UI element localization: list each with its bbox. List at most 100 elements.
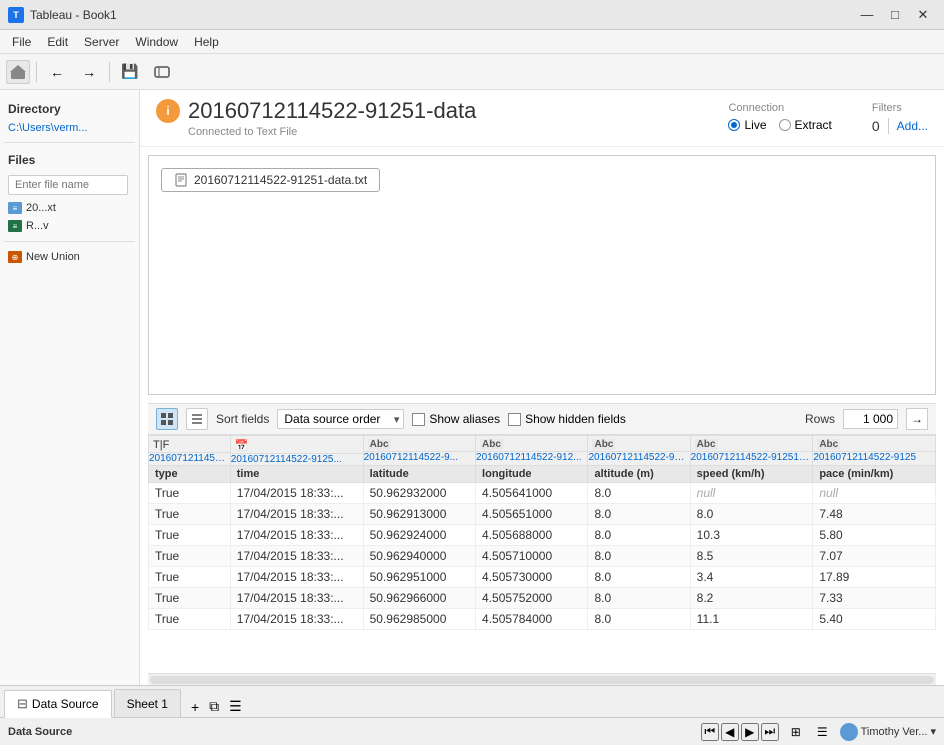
status-right: ⏮ ◀ ▶ ⏭ ⊞ ☰ Timothy Ver... ▾ xyxy=(701,723,936,741)
list-view-button[interactable] xyxy=(186,408,208,430)
main-content: Directory C:\Users\verm... Files ≡ 20...… xyxy=(0,90,944,685)
tab-sheet1-label: Sheet 1 xyxy=(127,697,168,711)
close-button[interactable]: ✕ xyxy=(910,5,936,25)
table-cell: 4.505710000 xyxy=(476,546,588,567)
table-cell: 4.505688000 xyxy=(476,525,588,546)
sidebar-file-1[interactable]: ≡ 20...xt xyxy=(4,199,135,217)
minimize-button[interactable]: — xyxy=(854,5,880,25)
title-bar: T Tableau - Book1 — □ ✕ xyxy=(0,0,944,30)
nav-next[interactable]: ▶ xyxy=(741,723,759,741)
show-hidden-checkbox[interactable]: Show hidden fields xyxy=(508,412,626,426)
rows-arrow-button[interactable]: → xyxy=(906,408,928,430)
grid-layout-button[interactable]: ⊞ xyxy=(787,723,805,741)
live-radio-circle xyxy=(728,119,740,131)
nav-first[interactable]: ⏮ xyxy=(701,723,719,741)
show-aliases-box xyxy=(412,413,425,426)
table-cell: True xyxy=(149,609,231,630)
grid-toolbar: Sort fields Data source order Name ascen… xyxy=(148,403,936,435)
connection-area: Connection Live Extract xyxy=(728,102,831,132)
rows-input[interactable] xyxy=(843,409,898,429)
live-label: Live xyxy=(744,118,766,132)
new-union-item[interactable]: ⊕ New Union xyxy=(4,248,135,266)
filters-count: 0 xyxy=(872,118,880,134)
table-row: True17/04/2015 18:33:...50.9629850004.50… xyxy=(149,609,936,630)
filters-label: Filters xyxy=(872,102,902,114)
add-sheet-button[interactable]: + xyxy=(187,697,203,717)
sidebar-file-2[interactable]: ≡ R...v xyxy=(4,217,135,235)
sort-select[interactable]: Data source order Name ascending Name de… xyxy=(277,409,404,429)
sidebar-file-1-name: 20...xt xyxy=(26,202,56,214)
tab-datasource[interactable]: ⊟ Data Source xyxy=(4,690,112,718)
col-header-type: T|F 20160712114522-9125... xyxy=(149,436,231,466)
nav-prev[interactable]: ◀ xyxy=(721,723,739,741)
menu-edit[interactable]: Edit xyxy=(39,33,76,51)
extract-radio[interactable]: Extract xyxy=(779,118,832,132)
duplicate-sheet-button[interactable]: ⧉ xyxy=(205,696,223,717)
horizontal-scrollbar[interactable] xyxy=(148,673,936,685)
abc-icon-2: Abc xyxy=(368,439,391,450)
table-cell: 50.962932000 xyxy=(363,483,475,504)
data-canvas: 20160712114522-91251-data.txt Sort field… xyxy=(140,147,944,685)
tableau-icon: T xyxy=(8,7,24,23)
new-datasource-button[interactable] xyxy=(148,58,176,86)
col-name-2: latitude xyxy=(363,466,475,483)
table-cell: 8.0 xyxy=(588,609,690,630)
file-search-input[interactable] xyxy=(8,175,128,195)
table-cell: 4.505641000 xyxy=(476,483,588,504)
table-cell: 50.962951000 xyxy=(363,567,475,588)
sidebar-file-2-name: R...v xyxy=(26,220,49,232)
toolbar: ← → 💾 xyxy=(0,54,944,90)
menu-window[interactable]: Window xyxy=(127,33,186,51)
type-icon-1: 📅 xyxy=(235,439,249,452)
data-grid[interactable]: T|F 20160712114522-9125... 📅 20160712114… xyxy=(148,435,936,673)
directory-path[interactable]: C:\Users\verm... xyxy=(4,120,135,136)
menu-help[interactable]: Help xyxy=(186,33,227,51)
table-row: True17/04/2015 18:33:...50.9629320004.50… xyxy=(149,483,936,504)
show-aliases-checkbox[interactable]: Show aliases xyxy=(412,412,500,426)
back-button[interactable]: ← xyxy=(43,58,71,86)
abc-icon-3: Abc xyxy=(480,439,503,450)
col-name-5: speed (km/h) xyxy=(690,466,813,483)
save-button[interactable]: 💾 xyxy=(116,58,144,86)
table-cell: 17/04/2015 18:33:... xyxy=(230,588,363,609)
status-bar: Data Source ⏮ ◀ ▶ ⏭ ⊞ ☰ Timothy Ver... ▾ xyxy=(0,717,944,745)
title-bar-left: T Tableau - Book1 xyxy=(8,7,117,23)
bottom-tabs: ⊟ Data Source Sheet 1 + ⧉ ☰ xyxy=(0,685,944,717)
nav-last[interactable]: ⏭ xyxy=(761,723,779,741)
table-row: True17/04/2015 18:33:...50.9629400004.50… xyxy=(149,546,936,567)
datasource-icon xyxy=(153,63,171,81)
table-cell: True xyxy=(149,546,231,567)
sidebar: Directory C:\Users\verm... Files ≡ 20...… xyxy=(0,90,140,685)
table-cell: 17/04/2015 18:33:... xyxy=(230,567,363,588)
ds-header-left: i 20160712114522-91251-data Connected to… xyxy=(156,98,476,142)
file-icon-2: ≡ xyxy=(8,220,22,232)
menu-file[interactable]: File xyxy=(4,33,39,51)
maximize-button[interactable]: □ xyxy=(882,5,908,25)
table-cell: 17.89 xyxy=(813,567,936,588)
file-pill[interactable]: 20160712114522-91251-data.txt xyxy=(161,168,380,192)
list-layout-button[interactable]: ☰ xyxy=(813,723,832,741)
scrollbar-track xyxy=(150,676,934,684)
sheet-list-button[interactable]: ☰ xyxy=(225,696,246,717)
home-icon xyxy=(9,63,27,81)
live-radio[interactable]: Live xyxy=(728,118,766,132)
tab-datasource-icon: ⊟ xyxy=(17,696,28,712)
table-cell: 3.4 xyxy=(690,567,813,588)
filters-add-link[interactable]: Add... xyxy=(897,119,928,133)
svg-text:i: i xyxy=(166,104,169,118)
forward-button[interactable]: → xyxy=(75,58,103,86)
table-cell: 8.0 xyxy=(588,567,690,588)
status-nav: ⏮ ◀ ▶ ⏭ xyxy=(701,723,779,741)
user-area[interactable]: Timothy Ver... ▾ xyxy=(840,723,936,741)
table-cell: 11.1 xyxy=(690,609,813,630)
table-cell: 7.33 xyxy=(813,588,936,609)
col-name-4: altitude (m) xyxy=(588,466,690,483)
grid-view-button[interactable] xyxy=(156,408,178,430)
menu-server[interactable]: Server xyxy=(76,33,127,51)
table-cell: 5.40 xyxy=(813,609,936,630)
show-hidden-label: Show hidden fields xyxy=(525,412,626,426)
col-type-header-row: T|F 20160712114522-9125... 📅 20160712114… xyxy=(149,436,936,466)
extract-radio-circle xyxy=(779,119,791,131)
tab-sheet1[interactable]: Sheet 1 xyxy=(114,689,181,717)
table-cell: True xyxy=(149,483,231,504)
